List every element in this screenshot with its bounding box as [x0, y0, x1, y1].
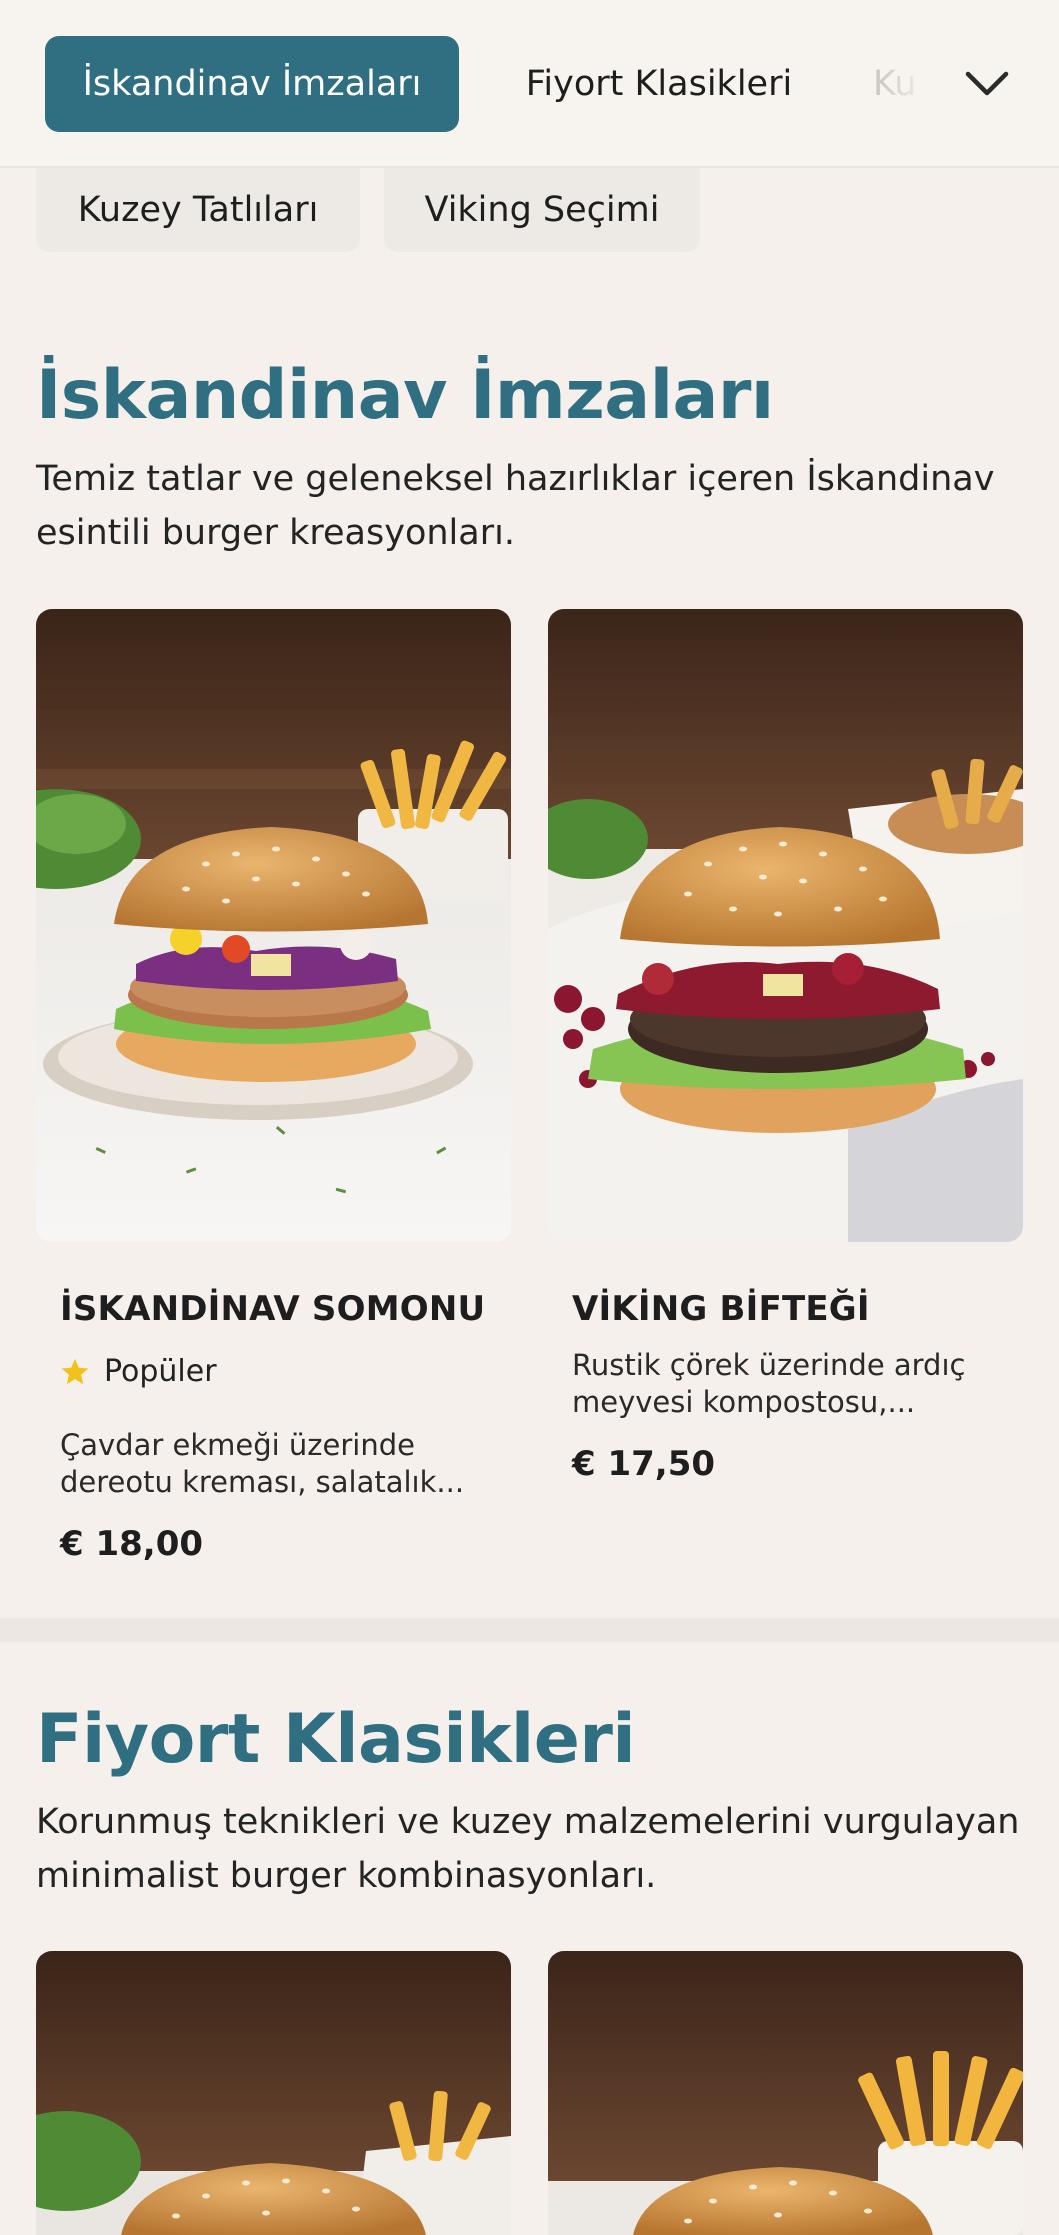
popular-badge: Popüler — [60, 1354, 217, 1389]
tabs-fade-overlay — [859, 36, 949, 132]
section-title: Fiyort Klasikleri — [36, 1700, 636, 1779]
chip-viking-secimi[interactable]: Viking Seçimi — [384, 168, 700, 252]
burger-beef-image — [548, 609, 1023, 1242]
category-nav: İskandinav İmzalarıFiyort KlasikleriKu — [0, 0, 1059, 168]
section-divider — [0, 1618, 1059, 1642]
star-icon — [61, 1358, 89, 1384]
burger-image — [36, 1951, 511, 2235]
menu-item-card[interactable]: VİKİNG BİFTEĞİ Rustik çörek üzerinde ard… — [548, 609, 1023, 1484]
burger-salmon-image — [36, 609, 511, 1242]
menu-item-price: € 18,00 — [60, 1524, 204, 1564]
menu-item-card[interactable] — [36, 1951, 511, 2235]
section-description: Korunmuş teknikleri ve kuzey malzemeleri… — [36, 1802, 1020, 1896]
menu-item-description: Çavdar ekmeği üzerinde dereotu kreması, … — [60, 1428, 465, 1499]
more-categories-button[interactable] — [955, 52, 1019, 116]
tab-fiyort-klasikleri[interactable]: Fiyort Klasikleri — [459, 36, 859, 132]
chevron-down-icon — [965, 71, 1009, 96]
menu-item-description: Rustik çörek üzerinde ardıç meyvesi komp… — [572, 1348, 966, 1419]
chip-kuzey-tatlilari[interactable]: Kuzey Tatlıları — [36, 168, 360, 252]
menu-item-card[interactable] — [548, 1951, 1023, 2235]
menu-page: İskandinav İmzalarıFiyort KlasikleriKu K… — [0, 0, 1059, 2235]
badge-label: Popüler — [104, 1354, 217, 1389]
menu-item-name: VİKİNG BİFTEĞİ — [572, 1289, 870, 1329]
menu-item-name: İSKANDİNAV SOMONU — [60, 1289, 486, 1329]
section-title: İskandinav İmzaları — [36, 356, 774, 435]
menu-item-price: € 17,50 — [572, 1444, 716, 1484]
burger-image — [548, 1951, 1023, 2235]
category-tabs: İskandinav İmzalarıFiyort KlasikleriKu — [45, 36, 949, 132]
menu-item-card[interactable]: İSKANDİNAV SOMONU Popüler Çavdar ekmeği … — [36, 609, 511, 1564]
tab-iskandinav-imzalari[interactable]: İskandinav İmzaları — [45, 36, 459, 132]
section-description: Temiz tatlar ve geleneksel hazırlıklar i… — [36, 459, 995, 553]
